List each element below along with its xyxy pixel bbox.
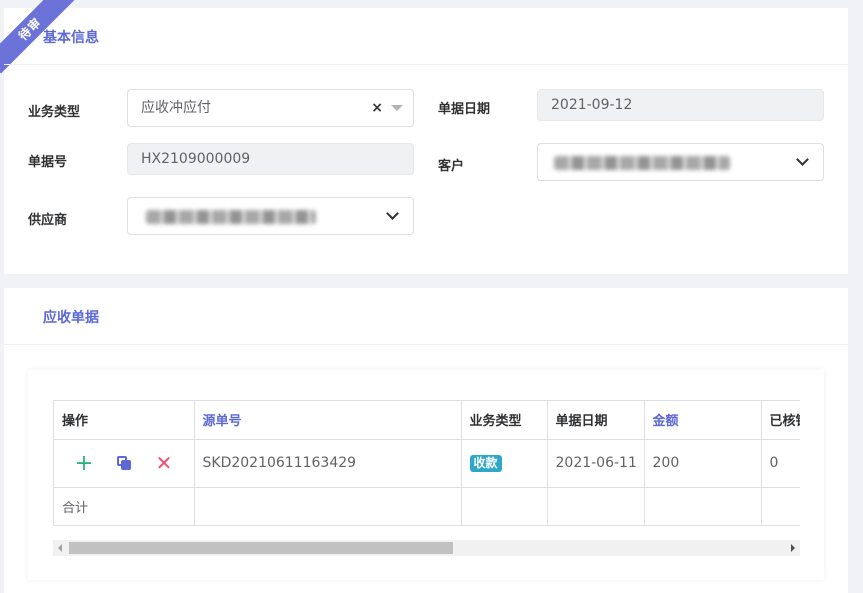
add-icon[interactable]: + — [64, 451, 104, 476]
customer-select[interactable] — [537, 143, 824, 181]
receivables-title: 应收单据 — [43, 310, 99, 326]
op-cell: + ✕ — [54, 439, 195, 488]
doc-no-value: HX2109000009 — [141, 151, 251, 167]
supplier-select[interactable] — [127, 197, 414, 235]
caret-down-icon[interactable] — [391, 105, 403, 111]
clear-icon[interactable]: × — [371, 90, 383, 126]
copy-button[interactable] — [104, 451, 144, 475]
cell-verified: 0 — [761, 439, 800, 488]
table-header-row: 操作 源单号 业务类型 单据日期 金额 已核销 — [54, 401, 800, 440]
basic-info-card: 待审 基本信息 业务类型 应收冲应付 × 单据日期 2021-09-12 单据号… — [0, 0, 848, 274]
receivables-table-wrap: 操作 源单号 业务类型 单据日期 金额 已核销 + ✕ — [53, 400, 800, 526]
scroll-left-arrow-icon[interactable] — [58, 544, 62, 552]
basic-info-header: 基本信息 — [4, 8, 848, 65]
customer-label: 客户 — [438, 159, 465, 174]
scroll-right-arrow-icon[interactable] — [791, 544, 795, 552]
col-doc-date: 单据日期 — [547, 401, 645, 440]
summary-label: 合计 — [54, 487, 195, 526]
receivables-header: 应收单据 — [4, 288, 848, 345]
business-type-label: 业务类型 — [28, 105, 81, 120]
copy-icon — [117, 456, 131, 470]
customer-value-redacted — [554, 156, 730, 170]
delete-icon[interactable]: ✕ — [144, 451, 184, 475]
business-type-value: 应收冲应付 — [141, 100, 211, 116]
cell-amount: 200 — [644, 439, 762, 488]
business-type-select[interactable]: 应收冲应付 × — [127, 89, 414, 127]
doc-no-field: HX2109000009 — [127, 143, 414, 175]
col-source-no[interactable]: 源单号 — [194, 401, 462, 440]
doc-date-field: 2021-09-12 — [537, 89, 824, 121]
receivables-card: 应收单据 操作 源单号 业务类型 单据日期 金额 已核销 — [4, 288, 848, 593]
doc-no-label: 单据号 — [28, 155, 68, 170]
receivables-table: 操作 源单号 业务类型 单据日期 金额 已核销 + ✕ — [54, 401, 800, 526]
chevron-down-icon[interactable] — [796, 153, 809, 166]
supplier-value-redacted — [146, 210, 316, 224]
cell-biz-type: 收款 — [461, 439, 548, 488]
summary-row: 合计 — [54, 487, 800, 526]
scrollbar-thumb[interactable] — [69, 542, 453, 554]
doc-date-value: 2021-09-12 — [551, 97, 633, 113]
chevron-down-icon[interactable] — [386, 207, 399, 220]
receivables-panel: 操作 源单号 业务类型 单据日期 金额 已核销 + ✕ — [28, 370, 824, 580]
doc-date-label: 单据日期 — [438, 102, 491, 117]
biz-type-badge: 收款 — [469, 454, 502, 472]
cell-date: 2021-06-11 — [547, 439, 645, 488]
col-amount[interactable]: 金额 — [644, 401, 762, 440]
table-row: + ✕ SKD20210611163429 收款 2021-06-11 200 … — [54, 439, 800, 488]
col-operation: 操作 — [54, 401, 195, 440]
cell-source-no: SKD20210611163429 — [194, 439, 462, 488]
supplier-label: 供应商 — [28, 213, 68, 228]
horizontal-scrollbar[interactable] — [53, 540, 800, 556]
basic-info-title: 基本信息 — [43, 30, 99, 46]
col-verified: 已核销 — [761, 401, 800, 440]
col-biz-type: 业务类型 — [461, 401, 548, 440]
